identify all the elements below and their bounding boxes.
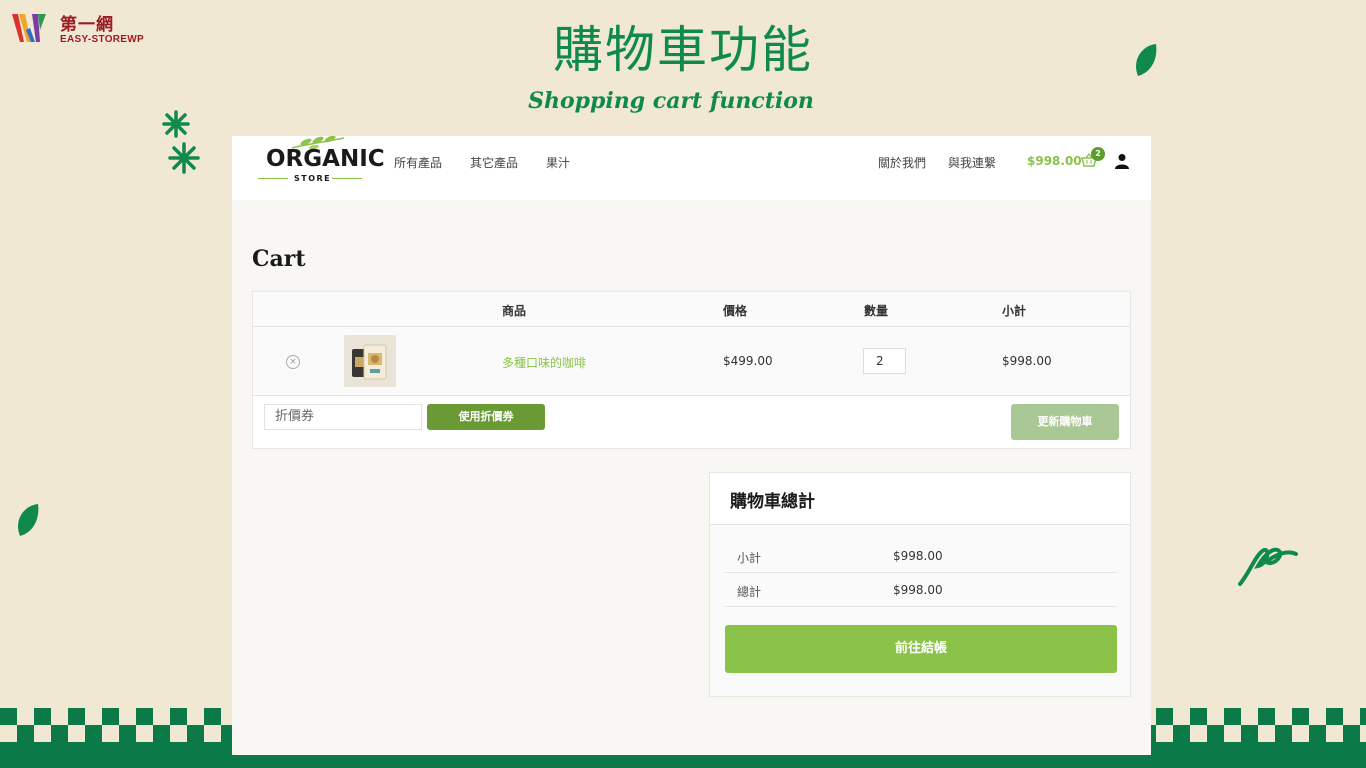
product-subtotal: $998.00	[1002, 354, 1052, 368]
page-title: Cart	[252, 246, 306, 272]
nav-other-products[interactable]: 其它產品	[470, 154, 518, 171]
product-name-link[interactable]: 多種口味的咖啡	[502, 354, 586, 371]
header-price: 價格	[723, 304, 748, 318]
coupon-code-input[interactable]: 折價券	[264, 404, 422, 430]
logo-line	[332, 178, 362, 179]
user-account-icon[interactable]	[1115, 153, 1129, 169]
update-cart-button[interactable]: 更新購物車	[1011, 404, 1119, 440]
quantity-input[interactable]: 2	[863, 348, 906, 374]
cart-count-badge: 2	[1091, 147, 1105, 161]
apply-coupon-button[interactable]: 使用折價券	[427, 404, 545, 430]
site-header: ORGANIC STORE 所有產品 其它產品 果汁 關於我們 與我連繫 $99…	[232, 136, 1151, 200]
cart-table: 商品 價格 數量 小計 × 多種口味的咖啡 $499.00 2 $998.00 …	[252, 291, 1131, 449]
cart-totals-header: 購物車總計	[710, 473, 1130, 525]
totals-value: $998.00	[893, 549, 943, 563]
header-quantity: 數量	[864, 304, 889, 318]
remove-item-icon[interactable]: ×	[286, 355, 300, 369]
totals-label: 總計	[737, 585, 762, 599]
table-row: × 多種口味的咖啡 $499.00 2 $998.00	[253, 327, 1130, 396]
totals-row-subtotal: 小計 $998.00	[725, 539, 1117, 573]
product-thumbnail[interactable]	[344, 335, 396, 387]
sparkle-icon	[162, 110, 200, 174]
leaf-icon	[1136, 44, 1157, 76]
website-frame: ORGANIC STORE 所有產品 其它產品 果汁 關於我們 與我連繫 $99…	[232, 136, 1151, 755]
cart-totals-title: 購物車總計	[730, 492, 815, 512]
cart-table-header: 商品 價格 數量 小計	[253, 292, 1130, 327]
product-price: $499.00	[723, 354, 773, 368]
logo-text: ORGANIC	[266, 146, 385, 172]
logo-line	[258, 178, 288, 179]
header-product: 商品	[502, 304, 527, 318]
coffee-bag-image	[344, 335, 396, 387]
totals-label: 小計	[737, 551, 762, 565]
header-subtotal: 小計	[1002, 304, 1027, 318]
totals-value: $998.00	[893, 583, 943, 597]
logo-store-text: STORE	[294, 174, 332, 183]
leaf-icon	[18, 504, 39, 536]
header-cart-total[interactable]: $998.00	[1027, 154, 1082, 168]
proceed-to-checkout-button[interactable]: 前往結帳	[725, 625, 1117, 673]
slide-title: 購物車功能	[553, 21, 813, 79]
swirl-icon	[1238, 547, 1298, 586]
cart-totals-box: 購物車總計 小計 $998.00 總計 $998.00 前往結帳	[709, 472, 1131, 697]
totals-row-total: 總計 $998.00	[725, 573, 1117, 607]
organic-store-logo[interactable]: ORGANIC STORE	[252, 136, 385, 192]
nav-about-us[interactable]: 關於我們	[878, 154, 926, 171]
nav-contact[interactable]: 與我連繫	[948, 154, 996, 171]
nav-all-products[interactable]: 所有產品	[394, 154, 442, 171]
nav-juice[interactable]: 果汁	[546, 154, 570, 171]
